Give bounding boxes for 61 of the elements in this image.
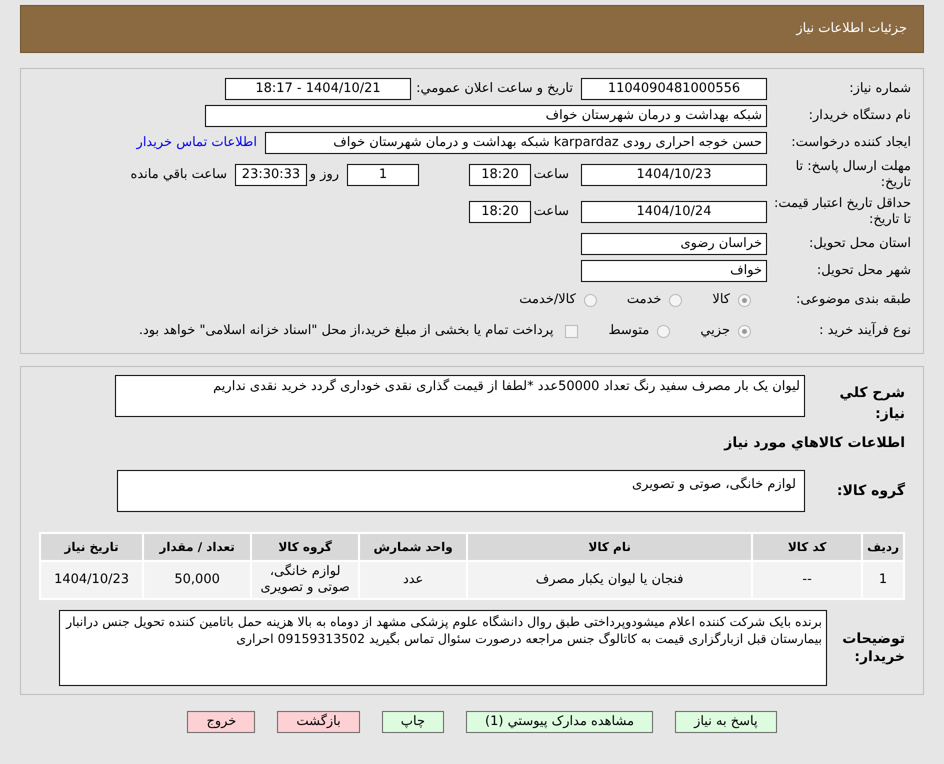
section-heading: اطلاعات كالاهاي مورد نياز bbox=[722, 434, 905, 453]
field-label: ساعت bbox=[532, 166, 570, 184]
action-button[interactable]: چاپ bbox=[382, 711, 444, 733]
radio-label: جزيي bbox=[700, 322, 730, 340]
field-label: مهلت ارسال پاسخ: تا تاریخ: bbox=[794, 159, 911, 191]
text-field[interactable]: 1104090481000556 bbox=[581, 78, 767, 100]
radio-label: خدمت bbox=[626, 291, 662, 310]
table-cell: لوازم خانگی، صوتی و تصویری bbox=[251, 561, 360, 599]
text-field[interactable]: 18:20 bbox=[469, 201, 531, 223]
field-label: طبقه بندی موضوعی: bbox=[794, 291, 911, 310]
radio-button[interactable] bbox=[584, 294, 597, 306]
radio-button[interactable] bbox=[738, 324, 751, 338]
field-label: ساعت bbox=[532, 203, 570, 222]
buyer-contact-link[interactable]: اطلاعات تماس خریدار bbox=[136, 133, 257, 153]
text-field[interactable]: 1404/10/21 - 18:17 bbox=[225, 78, 411, 100]
action-button[interactable]: مشاهده مدارک پیوستي (1) bbox=[466, 711, 654, 733]
action-button[interactable]: بازگشت bbox=[277, 711, 360, 733]
field-label: نوع فرآیند خرید : bbox=[818, 321, 911, 340]
field-label: استان محل تحویل: bbox=[808, 235, 911, 254]
text-field[interactable]: خراسان رضوی bbox=[581, 233, 767, 255]
field-label: حداقل تاریخ اعتبار قیمت: تا تاریخ: bbox=[772, 196, 911, 228]
text-field[interactable]: حسن خوجه احراری رودی karpardaz شبکه بهداشت و درمان شهرستان خواف bbox=[265, 132, 767, 154]
field-label: شرح كلي نياز: bbox=[838, 384, 905, 424]
column-header: ردیف bbox=[862, 533, 904, 561]
field-label: شماره نیاز: bbox=[848, 80, 911, 98]
radio-button[interactable] bbox=[738, 294, 751, 306]
field-label: توضیحات خریدار: bbox=[841, 630, 905, 666]
action-button[interactable]: پاسخ به نیاز bbox=[675, 711, 777, 733]
table-cell: -- bbox=[752, 561, 862, 599]
radio-label: كالا/خدمت bbox=[519, 291, 576, 310]
field-label: ایجاد کننده درخواست: bbox=[790, 134, 911, 152]
field-label: تاریخ و ساعت اعلان عمومي: bbox=[415, 80, 574, 98]
field-label: گروه کالا: bbox=[836, 481, 905, 500]
text-field[interactable]: 1404/10/24 bbox=[581, 201, 767, 223]
radio-button[interactable] bbox=[657, 324, 670, 338]
radio-label: كالا bbox=[712, 291, 730, 310]
goods-group-textarea[interactable]: لوازم خانگی، صوتی و تصویری bbox=[117, 470, 805, 512]
field-label: ساعت باقي مانده bbox=[130, 166, 228, 184]
table-cell: 1404/10/23 bbox=[40, 561, 144, 599]
text-field[interactable]: 1 bbox=[347, 164, 419, 186]
text-field[interactable]: شبکه بهداشت و درمان شهرستان خواف bbox=[205, 105, 767, 127]
page-title: جزئیات اطلاعات نیاز bbox=[796, 20, 907, 38]
radio-button[interactable] bbox=[669, 294, 682, 306]
column-header: نام کالا bbox=[467, 533, 752, 561]
field-label: شهر محل تحویل: bbox=[816, 262, 911, 280]
table-cell: عدد bbox=[359, 561, 468, 599]
checkbox[interactable] bbox=[565, 324, 578, 338]
table-cell: 50,000 bbox=[143, 561, 252, 599]
text-field[interactable]: خواف bbox=[581, 260, 767, 282]
text-field[interactable]: 1404/10/23 bbox=[581, 164, 767, 186]
table-cell: فنجان یا لیوان یکبار مصرف bbox=[467, 561, 752, 599]
countdown-field[interactable]: 23:30:33 bbox=[235, 164, 307, 186]
field-label: نام دستگاه خریدار: bbox=[808, 106, 911, 126]
radio-label: متوسط bbox=[608, 322, 650, 340]
treasury-note: پرداخت تمام یا بخشی از مبلغ خرید،از محل "اسناد خزانه اسلامی" خواهد بود. bbox=[138, 322, 554, 340]
buyer-notes-textarea[interactable]: برنده بایک شرکت کننده اعلام میشودوپرداختی طبق روال دانشگاه علوم پزشکی مشهد از دوماه به بالا هزینه حمل باتامین کننده تحویل جنس درانبار بیمارستان قبل ازبارگزاری قیمت به کاتالوگ جنس مراجعه درصورت سئوال تماس بگیرید 09159313502 احراری bbox=[59, 610, 827, 686]
table-cell: 1 bbox=[862, 561, 904, 599]
field-label: روز و bbox=[308, 166, 340, 184]
summary-textarea[interactable]: لیوان یک بار مصرف سفید رنگ تعداد 50000عدد *لطفا از قیمت گذاری نقدی خوداری گردد خرید نقدی نداریم bbox=[115, 375, 805, 417]
action-button[interactable]: خروج bbox=[187, 711, 256, 733]
text-field[interactable]: 18:20 bbox=[469, 164, 531, 186]
